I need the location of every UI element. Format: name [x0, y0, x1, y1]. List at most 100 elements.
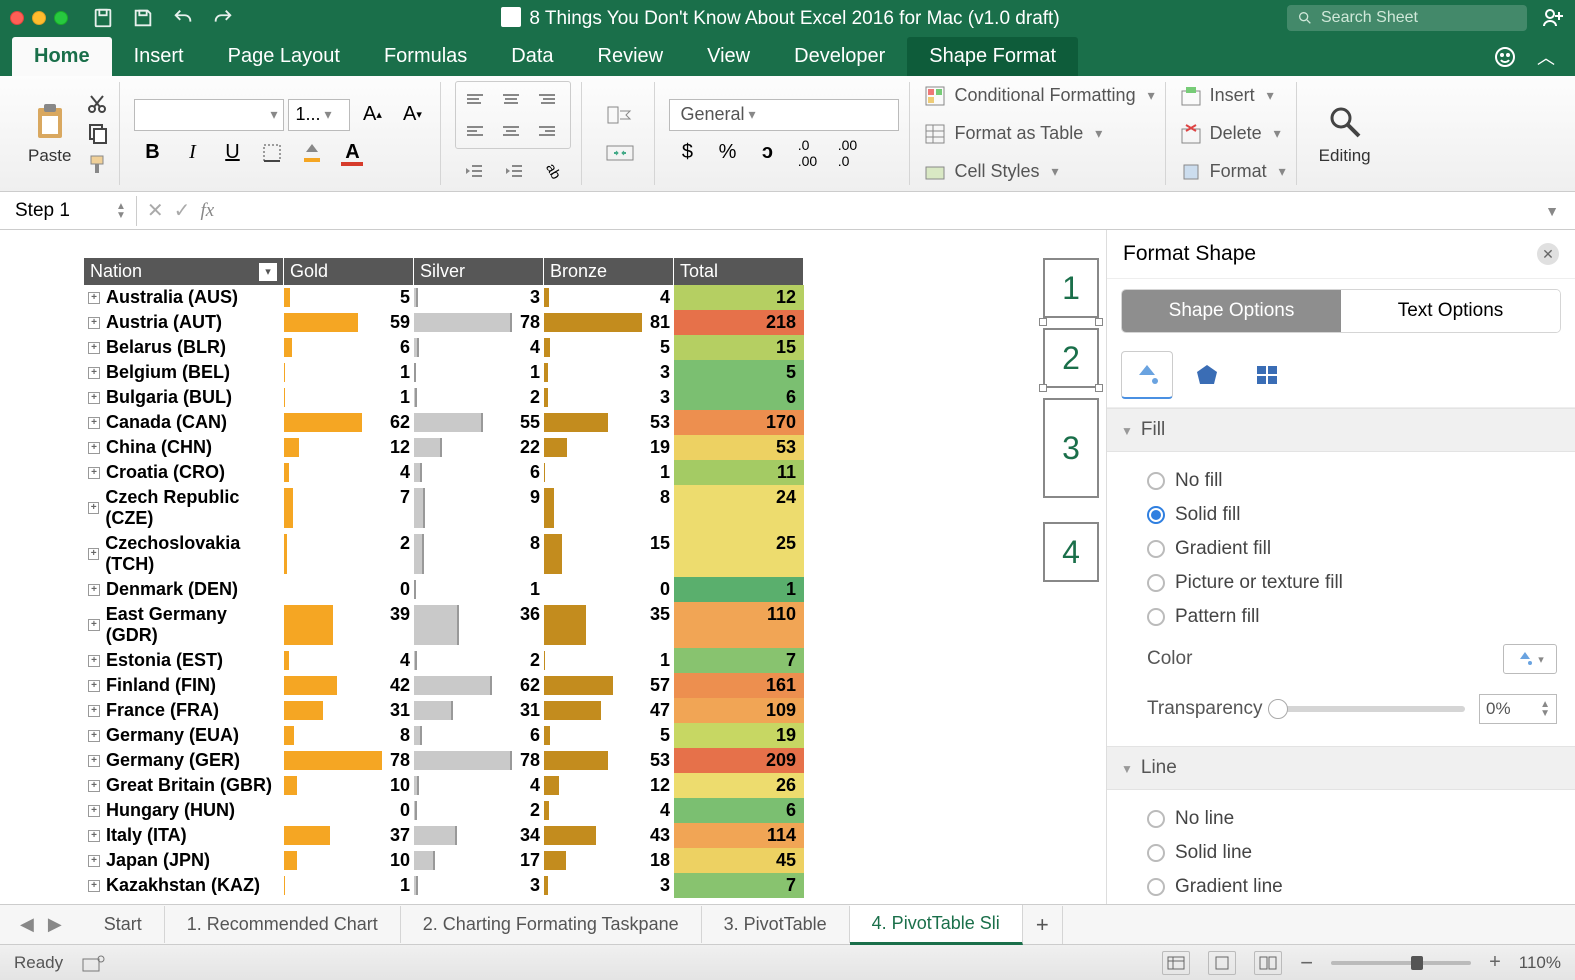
expand-formula-bar-icon[interactable]: ▼	[1545, 203, 1559, 219]
nation-cell[interactable]: +Belarus (BLR)	[84, 335, 284, 360]
expand-icon[interactable]: +	[88, 548, 99, 560]
nation-cell[interactable]: +France (FRA)	[84, 698, 284, 723]
fill-section-header[interactable]: Fill	[1107, 408, 1575, 452]
tab-insert[interactable]: Insert	[112, 37, 206, 76]
nation-cell[interactable]: +Japan (JPN)	[84, 848, 284, 873]
orientation-button[interactable]: ab	[535, 155, 571, 187]
picture-fill-radio[interactable]: Picture or texture fill	[1147, 566, 1557, 600]
nation-cell[interactable]: +Czech Republic (CZE)	[84, 485, 284, 531]
fill-color-picker[interactable]: ▾	[1503, 644, 1557, 674]
gold-cell[interactable]: 0	[284, 577, 414, 602]
gold-cell[interactable]: 2	[284, 531, 414, 577]
collapse-ribbon-icon[interactable]: ︿	[1537, 44, 1555, 70]
silver-cell[interactable]: 4	[414, 773, 544, 798]
format-cells-button[interactable]: Format	[1180, 157, 1286, 187]
total-cell[interactable]: 25	[674, 531, 804, 577]
expand-icon[interactable]: +	[88, 392, 100, 404]
tab-page-layout[interactable]: Page Layout	[206, 37, 362, 76]
border-button[interactable]	[254, 137, 290, 169]
fill-color-button[interactable]	[294, 137, 330, 169]
gold-cell[interactable]: 8	[284, 723, 414, 748]
italic-button[interactable]: I	[174, 137, 210, 169]
increase-indent-button[interactable]	[495, 155, 531, 187]
bronze-cell[interactable]: 57	[544, 673, 674, 698]
minimize-window-icon[interactable]	[32, 11, 46, 25]
transparency-value[interactable]: 0%▲▼	[1479, 694, 1557, 724]
align-center[interactable]	[494, 116, 528, 146]
save-icon[interactable]	[92, 7, 114, 29]
total-cell[interactable]: 114	[674, 823, 804, 848]
maximize-window-icon[interactable]	[54, 11, 68, 25]
expand-icon[interactable]: +	[88, 367, 100, 379]
bold-button[interactable]: B	[134, 137, 170, 169]
redo-icon[interactable]	[212, 7, 234, 29]
nation-cell[interactable]: +Great Britain (GBR)	[84, 773, 284, 798]
share-icon[interactable]	[1541, 6, 1565, 30]
format-painter-icon[interactable]	[85, 152, 109, 176]
text-options-tab[interactable]: Text Options	[1341, 290, 1560, 332]
tab-developer[interactable]: Developer	[772, 37, 907, 76]
nation-cell[interactable]: +Denmark (DEN)	[84, 577, 284, 602]
total-cell[interactable]: 12	[674, 285, 804, 310]
prev-sheet-icon[interactable]: ◀	[20, 914, 34, 935]
sheet-tab-2[interactable]: 2. Charting Formating Taskpane	[401, 906, 702, 943]
gold-cell[interactable]: 0	[284, 798, 414, 823]
total-cell[interactable]: 110	[674, 602, 804, 648]
gold-cell[interactable]: 59	[284, 310, 414, 335]
total-cell[interactable]: 6	[674, 798, 804, 823]
bronze-cell[interactable]: 4	[544, 285, 674, 310]
paste-button[interactable]: Paste	[20, 98, 79, 170]
total-cell[interactable]: 19	[674, 723, 804, 748]
tab-shape-format[interactable]: Shape Format	[907, 37, 1078, 76]
increase-decimal-button[interactable]: .0.00	[789, 137, 825, 169]
name-box[interactable]: Step 1	[6, 196, 106, 226]
insert-cells-button[interactable]: Insert	[1180, 81, 1286, 111]
gold-cell[interactable]: 10	[284, 848, 414, 873]
silver-cell[interactable]: 2	[414, 648, 544, 673]
zoom-slider[interactable]	[1331, 961, 1471, 965]
expand-icon[interactable]: +	[88, 502, 99, 514]
total-cell[interactable]: 1	[674, 577, 804, 602]
total-cell[interactable]: 170	[674, 410, 804, 435]
close-panel-icon[interactable]: ✕	[1537, 243, 1559, 265]
total-cell[interactable]: 6	[674, 385, 804, 410]
delete-cells-button[interactable]: Delete	[1180, 119, 1286, 149]
nation-cell[interactable]: +Italy (ITA)	[84, 823, 284, 848]
gold-cell[interactable]: 4	[284, 648, 414, 673]
nation-cell[interactable]: +Kazakhstan (KAZ)	[84, 873, 284, 898]
number-format-dropdown[interactable]: General	[669, 99, 899, 131]
namebox-spinner[interactable]: ▲▼	[116, 202, 126, 220]
search-input[interactable]	[1321, 9, 1517, 27]
expand-icon[interactable]: +	[88, 619, 100, 631]
bronze-cell[interactable]: 43	[544, 823, 674, 848]
silver-cell[interactable]: 2	[414, 798, 544, 823]
bronze-cell[interactable]: 4	[544, 798, 674, 823]
gradient-line-radio[interactable]: Gradient line	[1147, 870, 1557, 904]
bronze-cell[interactable]: 53	[544, 748, 674, 773]
expand-icon[interactable]: +	[88, 655, 100, 667]
line-section-header[interactable]: Line	[1107, 746, 1575, 790]
sheet-tab-start[interactable]: Start	[82, 906, 165, 943]
silver-cell[interactable]: 78	[414, 310, 544, 335]
gold-cell[interactable]: 10	[284, 773, 414, 798]
total-cell[interactable]: 209	[674, 748, 804, 773]
cancel-formula-icon[interactable]: ✕	[147, 198, 164, 223]
gold-cell[interactable]: 6	[284, 335, 414, 360]
pattern-fill-radio[interactable]: Pattern fill	[1147, 600, 1557, 634]
cut-icon[interactable]	[85, 92, 109, 116]
sheet-tab-1[interactable]: 1. Recommended Chart	[165, 906, 401, 943]
underline-button[interactable]: U	[214, 137, 250, 169]
bronze-cell[interactable]: 8	[544, 485, 674, 531]
decrease-indent-button[interactable]	[455, 155, 491, 187]
expand-icon[interactable]: +	[88, 584, 100, 596]
tab-review[interactable]: Review	[576, 37, 686, 76]
expand-icon[interactable]: +	[88, 680, 100, 692]
bronze-cell[interactable]: 12	[544, 773, 674, 798]
expand-icon[interactable]: +	[88, 705, 100, 717]
nation-cell[interactable]: +Germany (EUA)	[84, 723, 284, 748]
cell-styles-button[interactable]: Cell Styles	[924, 157, 1154, 187]
silver-cell[interactable]: 8	[414, 531, 544, 577]
gradient-fill-radio[interactable]: Gradient fill	[1147, 532, 1557, 566]
filter-icon[interactable]: ▾	[259, 263, 277, 281]
slicer-shape-1[interactable]: 1	[1043, 258, 1099, 318]
